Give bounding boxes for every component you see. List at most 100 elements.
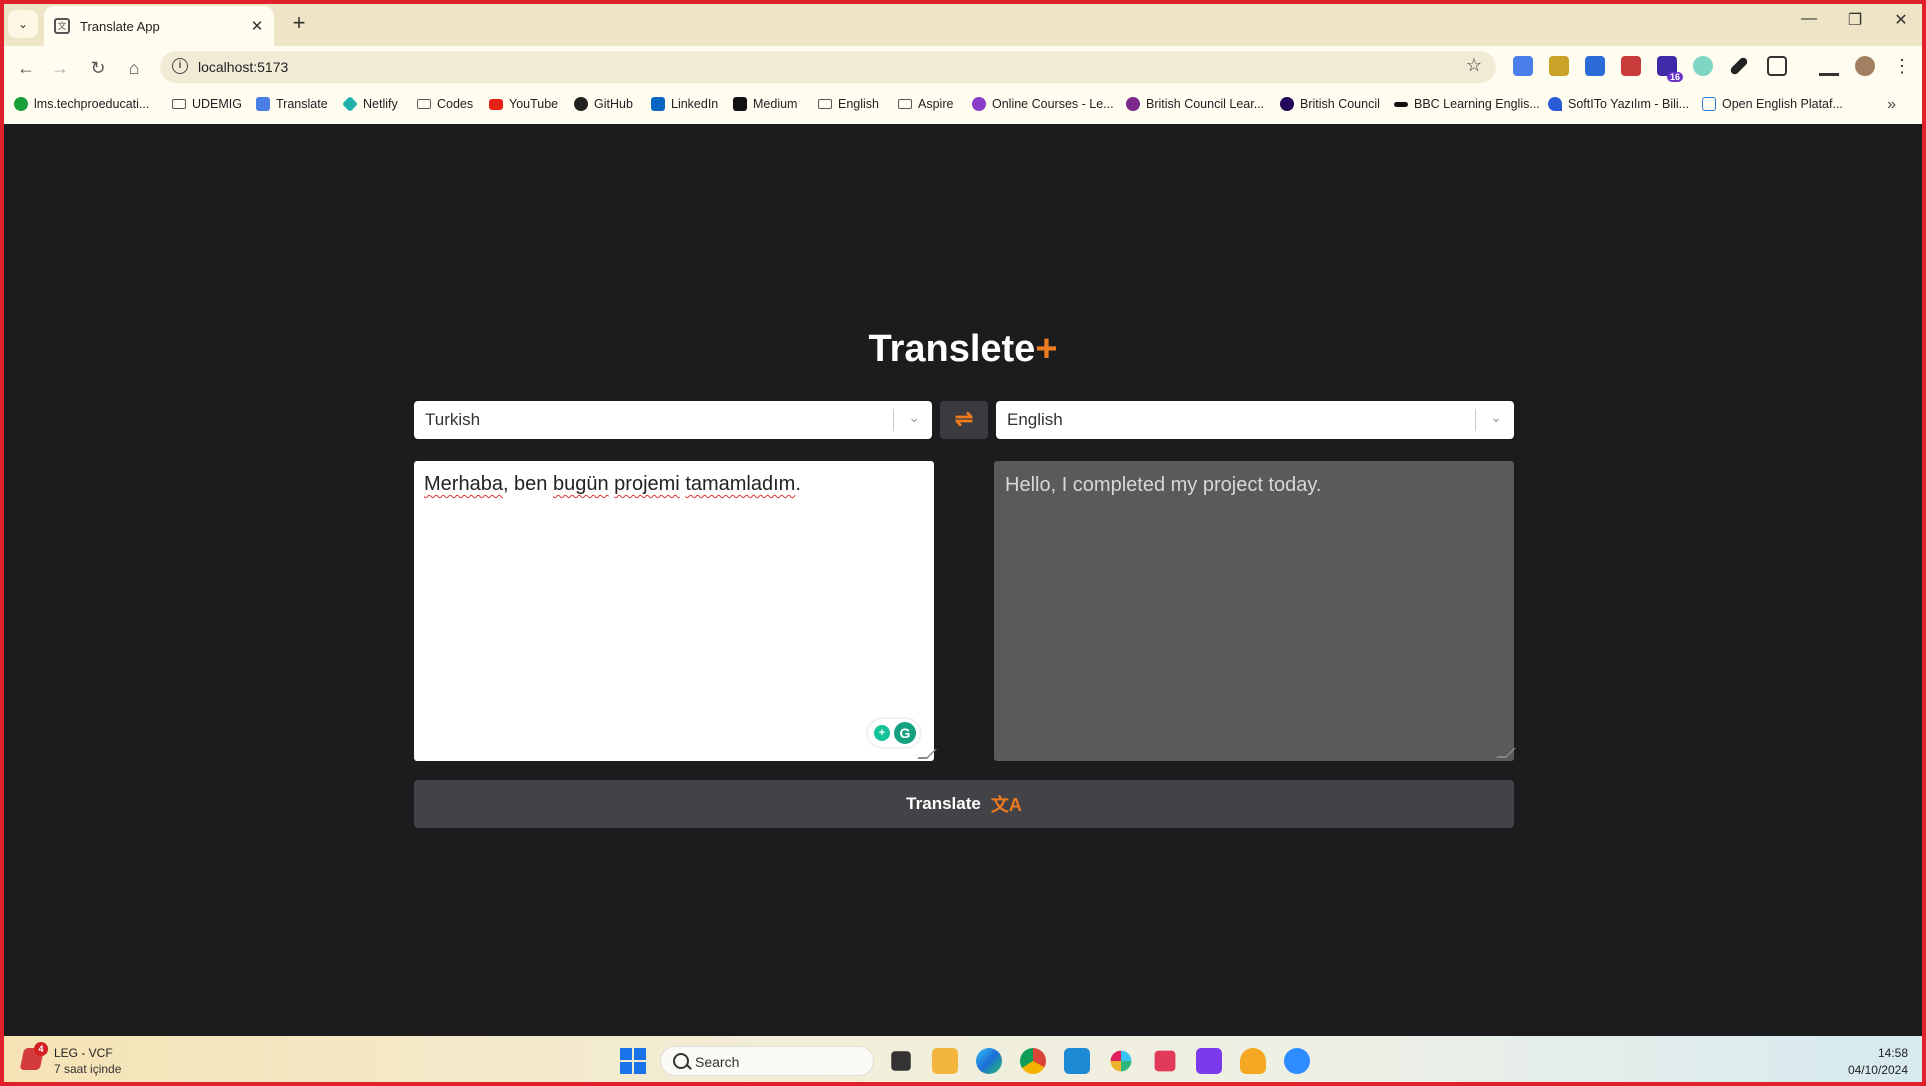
browser-menu-icon[interactable]: ⋮ [1893,56,1911,76]
check-icon [14,97,28,111]
bookmark-label: Codes [437,97,474,111]
bookmark-label: SoftITo Yazılım - Bili... [1568,97,1690,111]
bookmark-folder[interactable]: Codes [417,97,473,111]
translate-icon [256,97,270,111]
bookmark-label: UDEMIG [192,97,242,111]
translate-icon: 文A [990,795,1022,815]
firebase-icon[interactable] [1240,1048,1266,1074]
task-view-icon[interactable] [891,1051,911,1071]
source-textarea[interactable]: Merhaba, ben bugün projemi tamamladım. +… [414,461,937,761]
bookmark-folder[interactable]: Aspire [898,97,953,111]
bookmark-label: Open English Plataf... [1722,97,1843,111]
bookmark-item[interactable]: Translate [256,97,328,111]
bookmark-label: Online Courses - Le... [992,97,1114,111]
extensions-puzzle-icon[interactable] [1767,56,1787,76]
clock-date[interactable]: 04/10/2024 [1848,1063,1908,1077]
british-council-icon [1126,97,1140,111]
notification-title[interactable]: LEG - VCF [54,1046,113,1060]
taskbar-search-label: Search [695,1054,740,1070]
source-text[interactable]: Merhaba, ben bugün projemi tamamladım. [424,473,801,496]
bookmark-folder[interactable]: UDEMIG [172,97,242,111]
bootstrap-icon[interactable] [1196,1048,1222,1074]
address-url[interactable]: localhost:5173 [198,59,288,75]
file-explorer-icon[interactable] [932,1048,958,1074]
chevron-down-icon[interactable]: ⌄ [908,409,920,426]
tab-title: Translate App [80,18,160,34]
calendar-extension-icon[interactable] [1621,56,1641,76]
edge-icon[interactable] [976,1048,1002,1074]
profile-avatar[interactable] [1855,56,1875,76]
colorful-extension-icon[interactable] [1693,56,1713,76]
grammarly-widget[interactable]: + G [868,719,920,747]
github-icon [574,97,588,111]
new-tab-icon[interactable]: + [286,10,312,36]
translate-button-label: Translate [906,794,981,813]
bookmark-item[interactable]: Open English Plataf... [1702,97,1843,111]
site-info-icon[interactable]: i [172,58,188,74]
bookmark-item[interactable]: Medium [733,97,797,111]
notification-badge: 4 [34,1042,48,1056]
google-translate-extension-icon[interactable] [1513,56,1533,76]
more-bookmarks-icon[interactable]: » [1887,96,1896,114]
download-icon[interactable] [1819,56,1839,76]
reload-icon[interactable]: ↻ [84,54,112,82]
softito-icon [1548,97,1562,111]
restore-icon[interactable]: ❐ [1840,10,1870,30]
home-icon[interactable]: ⌂ [120,54,148,82]
linkedin-icon [651,97,665,111]
resize-handle-icon[interactable] [917,749,937,759]
address-bar[interactable]: i localhost:5173 ☆ [160,51,1496,83]
select-separator [1475,409,1476,431]
tab-search-chevron-icon[interactable]: ⌄ [8,10,38,38]
bookmark-item[interactable]: BBC Learning Englis... [1394,97,1540,111]
windows-start-icon[interactable] [620,1048,646,1074]
app-title-text: Translete [868,328,1036,370]
minimize-icon[interactable]: — [1794,10,1824,28]
bookmark-label: British Council [1300,97,1380,111]
bookmark-label: GitHub [594,97,633,111]
clock-time[interactable]: 14:58 [1878,1046,1908,1060]
grammarly-logo-icon[interactable]: G [894,722,916,744]
grammarly-bulb-icon[interactable]: + [874,725,890,741]
bookmark-item[interactable]: GitHub [574,97,633,111]
close-window-icon[interactable]: ✕ [1886,10,1916,30]
youtube-icon [489,98,503,110]
target-text: Hello, I completed my project today. [1005,474,1322,496]
forward-icon[interactable]: → [46,54,74,82]
taskbar: 4 LEG - VCF 7 saat içinde Search 14:58 0… [0,1036,1926,1086]
zoom-icon[interactable] [1284,1048,1310,1074]
courses-icon [972,97,986,111]
extension-icon[interactable] [1549,56,1569,76]
app-title: Translete+ [4,328,1922,371]
british-council-icon [1280,97,1294,111]
swap-languages-button[interactable]: ⇌ [940,401,988,439]
bookmark-item[interactable]: YouTube [489,97,558,111]
bookmark-item[interactable]: British Council Lear... [1126,97,1264,111]
translate-button[interactable]: Translate 文A [414,780,1514,828]
target-language-select[interactable]: English ⌄ [996,401,1514,439]
bookmark-item[interactable]: LinkedIn [651,97,718,111]
reader-extension-icon[interactable] [1585,56,1605,76]
slack-icon[interactable] [1110,1050,1132,1072]
taskbar-search[interactable]: Search [660,1046,874,1076]
bookmark-label: BBC Learning Englis... [1414,97,1540,111]
bookmark-star-icon[interactable]: ☆ [1466,55,1482,76]
graduation-extension-icon[interactable]: 16 [1657,56,1683,82]
bookmark-label: Netlify [363,97,398,111]
bookmark-item[interactable]: SoftITo Yazılım - Bili... [1548,97,1689,111]
chevron-down-icon[interactable]: ⌄ [1490,409,1502,426]
vscode-icon[interactable] [1064,1048,1090,1074]
source-language-select[interactable]: Turkish ⌄ [414,401,932,439]
snipping-tool-icon[interactable] [1154,1050,1176,1072]
chrome-icon[interactable] [1020,1048,1046,1074]
bookmark-item[interactable]: Netlify [342,96,398,112]
browser-tab[interactable]: 文 Translate App ✕ [44,6,274,46]
bookmark-item[interactable]: British Council [1280,97,1380,111]
resize-handle-icon[interactable] [1496,748,1516,758]
close-tab-icon[interactable]: ✕ [246,17,268,35]
back-icon[interactable]: ← [12,54,40,82]
bookmark-item[interactable]: lms.techproeducati... [14,97,149,111]
notification-widget[interactable]: 4 [19,1042,48,1072]
bookmark-folder[interactable]: English [818,97,879,111]
bookmark-item[interactable]: Online Courses - Le... [972,97,1114,111]
